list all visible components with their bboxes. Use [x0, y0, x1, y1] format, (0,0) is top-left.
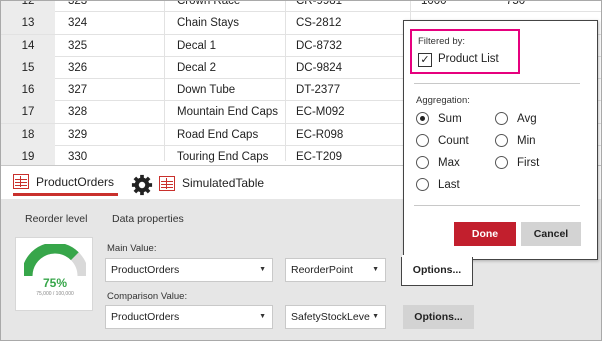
product-list-label: Product List [438, 53, 499, 65]
comparison-options-button[interactable]: Options... [403, 305, 474, 329]
divider [414, 83, 580, 84]
data-properties-title: Data properties [112, 213, 184, 225]
chevron-down-icon: ▼ [259, 266, 266, 273]
gauge-percent: 75% [42, 276, 68, 290]
row-number: 13 [1, 12, 55, 35]
main-value-label: Main Value: [107, 243, 157, 254]
chevron-down-icon: ▼ [259, 313, 266, 320]
cell-name[interactable]: Decal 2 [177, 57, 216, 79]
aggregation-label: Aggregation: [416, 95, 470, 106]
aggregation-popup: Filtered by: ✓ Product List Aggregation:… [403, 20, 598, 260]
dropdown-value: SafetyStockLeve [291, 311, 370, 323]
cell-value[interactable]: 1000 [421, 1, 447, 12]
row-number: 18 [1, 123, 55, 146]
radio-avg[interactable]: Avg [495, 112, 537, 125]
table-icon [13, 174, 29, 189]
cell-name[interactable]: Decal 1 [177, 35, 216, 57]
radio-icon [416, 156, 429, 169]
popup-connector [402, 255, 472, 260]
gauge-card[interactable]: 75% 75,000 / 100,000 [15, 237, 93, 311]
cell-code[interactable]: DC-9824 [296, 57, 342, 79]
cell-name[interactable]: Road End Caps [177, 124, 258, 146]
radio-sum[interactable]: Sum [416, 112, 462, 125]
radio-min[interactable]: Min [495, 134, 536, 147]
card-title: Reorder level [25, 213, 88, 225]
column-divider [164, 1, 165, 161]
radio-label: Min [517, 134, 536, 147]
gauge-fill [24, 244, 79, 277]
gauge-sublabel: 75,000 / 100,000 [36, 291, 74, 297]
dropdown-value: ProductOrders [111, 264, 180, 276]
cell-name[interactable]: Chain Stays [177, 12, 239, 34]
filter-section: Filtered by: ✓ Product List [410, 29, 520, 74]
cell-value[interactable]: 750 [506, 1, 525, 12]
filtered-by-label: Filtered by: [418, 36, 465, 47]
app-frame: 12 323 Crown Race CR-9981 1000 750 13 32… [0, 0, 602, 341]
radio-label: Count [438, 134, 469, 147]
cancel-button[interactable]: Cancel [521, 222, 581, 246]
radio-selected-icon [416, 112, 429, 125]
radio-max[interactable]: Max [416, 156, 460, 169]
gear-icon[interactable] [131, 174, 153, 196]
radio-label: Sum [438, 112, 462, 125]
radio-icon [416, 178, 429, 191]
cell-id[interactable]: 328 [68, 101, 87, 123]
cell-code[interactable]: CS-2812 [296, 12, 341, 34]
divider [414, 205, 580, 206]
radio-icon [495, 112, 508, 125]
radio-label: Max [438, 156, 460, 169]
cell-code[interactable]: DC-8732 [296, 35, 342, 57]
chevron-down-icon: ▼ [372, 266, 379, 273]
chevron-down-icon: ▼ [372, 313, 379, 320]
cell-code[interactable]: DT-2377 [296, 79, 340, 101]
cell-id[interactable]: 325 [68, 35, 87, 57]
radio-count[interactable]: Count [416, 134, 469, 147]
column-divider [285, 1, 286, 161]
row-number: 16 [1, 79, 55, 102]
cell-name[interactable]: Crown Race [177, 1, 240, 12]
comparison-table-dropdown[interactable]: ProductOrders ▼ [105, 305, 273, 329]
cell-id[interactable]: 324 [68, 12, 87, 34]
done-button[interactable]: Done [454, 222, 516, 246]
radio-label: Last [438, 178, 460, 191]
gauge-chart [24, 244, 86, 277]
row-number: 15 [1, 56, 55, 79]
radio-icon [495, 134, 508, 147]
radio-last[interactable]: Last [416, 178, 460, 191]
radio-icon [495, 156, 508, 169]
cell-code[interactable]: EC-M092 [296, 101, 345, 123]
tab-label: ProductOrders [36, 174, 115, 189]
cell-id[interactable]: 326 [68, 57, 87, 79]
row-number: 17 [1, 101, 55, 124]
radio-first[interactable]: First [495, 156, 539, 169]
cell-id[interactable]: 323 [68, 1, 87, 12]
cell-id[interactable]: 327 [68, 79, 87, 101]
dropdown-value: ProductOrders [111, 311, 180, 323]
radio-icon [416, 134, 429, 147]
tab-productorders[interactable]: ProductOrders [13, 170, 119, 196]
main-value-column-dropdown[interactable]: ReorderPoint ▼ [285, 258, 386, 282]
tab-simulatedtable[interactable]: SimulatedTable [159, 170, 264, 196]
table-row[interactable]: 12 323 Crown Race CR-9981 1000 750 [1, 1, 601, 13]
comparison-column-dropdown[interactable]: SafetyStockLeve ▼ [285, 305, 386, 329]
cell-name[interactable]: Mountain End Caps [177, 101, 278, 123]
radio-label: Avg [517, 112, 537, 125]
cell-id[interactable]: 329 [68, 124, 87, 146]
cell-code[interactable]: CR-9981 [296, 1, 342, 12]
comparison-value-label: Comparison Value: [107, 291, 188, 302]
tab-label: SimulatedTable [182, 176, 265, 190]
main-value-table-dropdown[interactable]: ProductOrders ▼ [105, 258, 273, 282]
row-number: 12 [1, 1, 55, 12]
table-icon [159, 175, 175, 191]
main-options-button[interactable]: Options... [401, 257, 473, 286]
dropdown-value: ReorderPoint [291, 264, 353, 276]
cell-name[interactable]: Down Tube [177, 79, 235, 101]
product-list-checkbox[interactable]: ✓ [418, 53, 432, 67]
cell-code[interactable]: EC-R098 [296, 124, 343, 146]
row-number: 14 [1, 34, 55, 57]
radio-label: First [517, 156, 540, 169]
